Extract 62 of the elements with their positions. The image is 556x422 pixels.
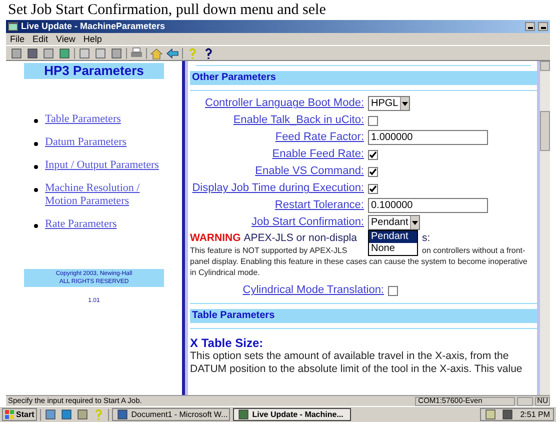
field-label[interactable]: Controller Language Boot Mode:: [190, 95, 368, 112]
caption-text: Set Job Start Confirmation, pull down menu and sele: [8, 2, 326, 18]
sidebar-title: HP3 Parameters: [24, 63, 164, 79]
bullet-icon: [34, 188, 38, 192]
bullet-icon: [34, 165, 38, 169]
caret-icon: [412, 220, 418, 224]
window-title: Live Update - MachineParameters: [21, 22, 166, 31]
sidebar-link[interactable]: Input / Output Parameters: [45, 159, 159, 172]
scrollbar[interactable]: [540, 61, 550, 395]
section-header: Other Parameters: [190, 71, 537, 85]
bullet-icon: [34, 119, 38, 123]
dropdown-option[interactable]: None: [369, 243, 417, 255]
sidebar-link[interactable]: Datum Parameters: [45, 136, 127, 149]
bullet-icon: [34, 142, 38, 146]
field-label[interactable]: Enable VS Command:: [190, 163, 368, 180]
field-label[interactable]: Display Job Time during Execution:: [190, 180, 368, 197]
start-button[interactable]: Start: [2, 408, 38, 421]
sidebar-link[interactable]: Rate Parameters: [45, 218, 117, 231]
field-label[interactable]: Restart Tolerance:: [190, 197, 368, 214]
checkbox[interactable]: [368, 166, 378, 176]
subsection-title: X Table Size:: [190, 336, 264, 350]
checkbox[interactable]: [368, 116, 378, 126]
warning-text: APEX-JLS or non-displa: [244, 232, 357, 245]
field-label[interactable]: Job Start Confirmation:: [190, 214, 368, 231]
warning-paragraph: panel display. Enabling this feature in these cases can cause the system to become inoperative in Cylindrical mode.: [190, 256, 528, 278]
description-text: DATUM position to the absolute limit of the tool in the X-axis. This value: [190, 363, 524, 376]
taskbar-button[interactable]: Document1 - Microsoft W...: [112, 408, 230, 421]
field-label[interactable]: Cylindrical Mode Translation:: [210, 282, 388, 299]
back-icon[interactable]: [166, 46, 179, 60]
section-header: Table Parameters: [190, 309, 537, 323]
dropdown[interactable]: Pendant: [368, 215, 420, 230]
checkbox[interactable]: [388, 286, 398, 296]
caret-icon: [402, 102, 408, 106]
input-field[interactable]: 1.000000: [368, 130, 488, 145]
sidebar-link[interactable]: Table Parameters: [45, 113, 121, 126]
menu-item[interactable]: File: [10, 34, 25, 44]
field-label[interactable]: Enable Talk_Back in uCito:: [190, 112, 368, 129]
dropdown-option[interactable]: Pendant: [369, 231, 417, 243]
windows-logo-icon: [5, 410, 14, 419]
input-field[interactable]: 0.100000: [368, 198, 488, 213]
print-icon[interactable]: [130, 46, 143, 60]
menu-item[interactable]: Edit: [32, 34, 48, 44]
warning-label: WARNING: [190, 232, 241, 245]
taskbar-button[interactable]: Live Update - Machine...: [233, 408, 352, 421]
clock-text: 2:51 PM: [520, 410, 550, 418]
home-icon[interactable]: [150, 46, 163, 60]
description-text: This option sets the amount of available travel in the X-axis, from the: [190, 350, 510, 363]
restore-button[interactable]: [538, 22, 548, 31]
field-label[interactable]: Feed Rate Factor:: [190, 129, 368, 146]
checkbox[interactable]: [368, 184, 378, 194]
warning-text: This feature is NOT supported by APEX-JLS: [190, 245, 348, 256]
menu-item[interactable]: View: [56, 34, 76, 44]
checkbox[interactable]: [368, 150, 378, 160]
warning-text: s:: [422, 232, 430, 245]
field-label[interactable]: Enable Feed Rate:: [190, 146, 368, 163]
menu-item[interactable]: Help: [83, 34, 102, 44]
bullet-icon: [34, 224, 38, 228]
app-icon: [8, 22, 18, 31]
warning-text: on controllers without a front-: [422, 245, 526, 256]
sidebar-link[interactable]: Machine Resolution / Motion Parameters: [45, 182, 172, 208]
minimize-button[interactable]: [525, 22, 535, 31]
dropdown[interactable]: HPGL: [368, 96, 410, 111]
